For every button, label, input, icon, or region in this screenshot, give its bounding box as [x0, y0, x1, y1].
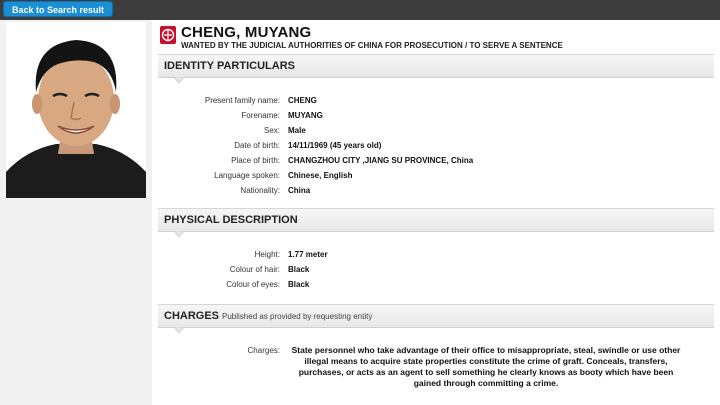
red-notice-icon — [160, 26, 176, 44]
nationality-value: China — [288, 186, 311, 195]
row-label: Place of birth: — [231, 156, 280, 165]
top-bar: Back to Search result — [0, 0, 720, 20]
row-label: Language spoken: — [214, 171, 280, 180]
row-label: Present family name: — [204, 96, 280, 105]
row-label: Sex: — [263, 126, 280, 135]
row-label: Date of birth: — [234, 141, 280, 150]
section-title: CHARGES — [164, 310, 220, 322]
section-notch-icon — [174, 327, 184, 333]
dob-value: 14/11/1969 (45 years old) — [288, 141, 382, 150]
section-notch-icon — [174, 77, 184, 83]
forename-value: MUYANG — [288, 111, 323, 120]
eye-colour-value: Black — [288, 280, 310, 289]
charges-text: State personnel who take advantage of th… — [291, 345, 681, 388]
row-label: Nationality: — [240, 186, 280, 195]
height-value: 1.77 meter — [288, 250, 328, 259]
row-label: Forename: — [241, 111, 280, 120]
back-to-search-button[interactable]: Back to Search result — [3, 1, 114, 17]
hair-colour-value: Black — [288, 265, 310, 274]
section-title: IDENTITY PARTICULARS — [164, 60, 295, 72]
row-label: Colour of eyes: — [226, 280, 280, 289]
wanted-subtitle: WANTED BY THE JUDICIAL AUTHORITIES OF CH… — [181, 41, 563, 50]
physical-section-header: PHYSICAL DESCRIPTION — [158, 208, 714, 237]
row-label: Colour of hair: — [229, 265, 280, 274]
charges-section-header: CHARGES Published as provided by request… — [158, 304, 714, 333]
person-name: CHENG, MUYANG — [181, 24, 312, 41]
family-name-value: CHENG — [288, 96, 317, 105]
row-label: Height: — [254, 250, 280, 259]
birthplace-value: CHANGZHOU CITY ,JIANG SU PROVINCE, China — [288, 156, 474, 165]
section-title: PHYSICAL DESCRIPTION — [164, 214, 298, 226]
row-label: Charges: — [247, 346, 280, 355]
person-photo — [6, 22, 146, 198]
charges-note: Published as provided by requesting enti… — [222, 312, 373, 321]
identity-section-header: IDENTITY PARTICULARS — [158, 54, 714, 83]
section-notch-icon — [174, 231, 184, 237]
sex-value: Male — [288, 126, 306, 135]
language-value: Chinese, English — [288, 171, 353, 180]
